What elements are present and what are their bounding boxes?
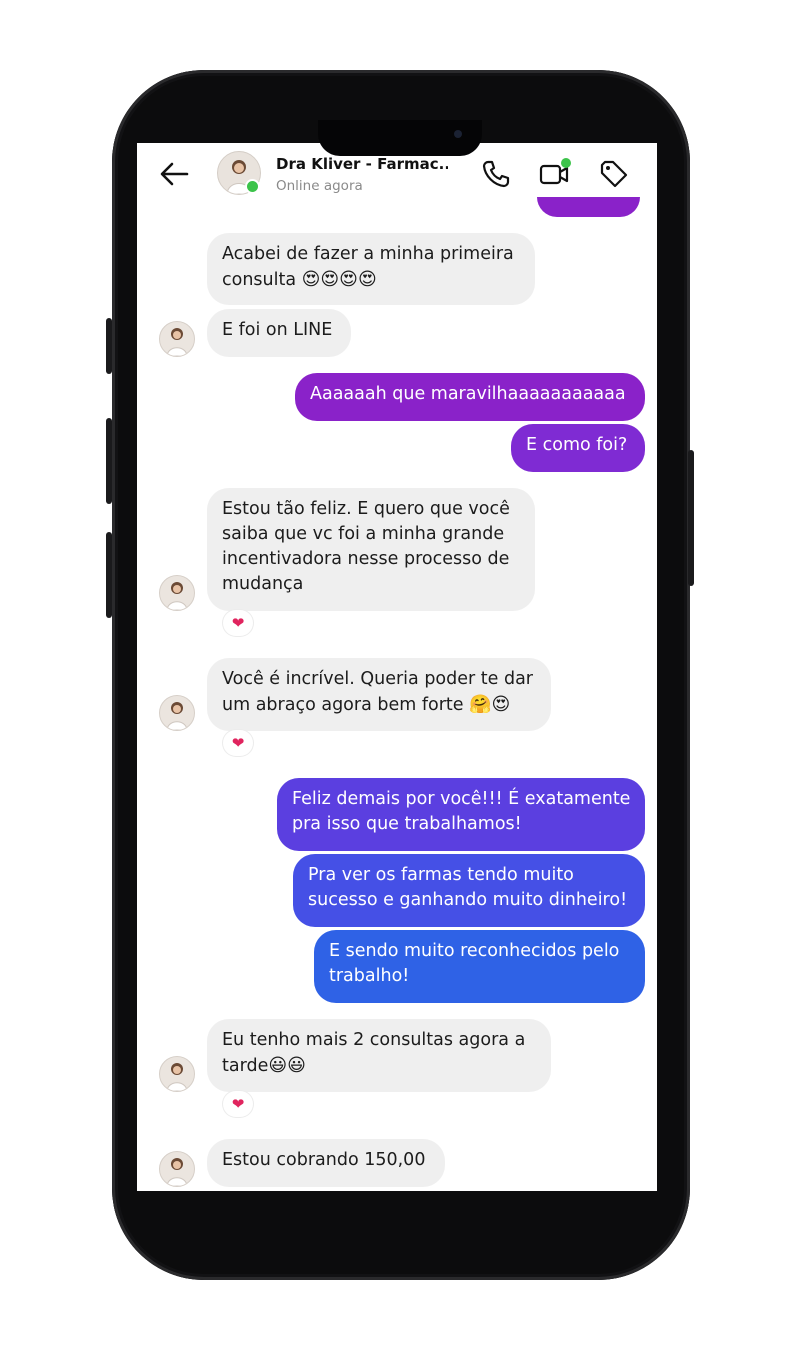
message-text: Estou tão feliz. E quero que você xyxy=(222,499,510,519)
outgoing-message[interactable]: Feliz demais por você!!! É exatamente pr… xyxy=(277,778,645,851)
phone-side-button xyxy=(106,318,112,374)
incoming-message[interactable]: Acabei de fazer a minha primeira consult… xyxy=(207,233,535,305)
incoming-message[interactable]: Estou tão feliz. E quero que você saiba … xyxy=(207,488,535,611)
incoming-message[interactable]: Você é incrível. Queria poder te dar um … xyxy=(207,658,551,731)
incoming-message[interactable]: E foi on LINE xyxy=(207,309,351,357)
message-text: E como foi? xyxy=(526,435,628,455)
message-text: Acabei de fazer a minha primeira xyxy=(222,244,514,264)
back-arrow-icon[interactable] xyxy=(157,159,191,189)
heart-reaction[interactable]: ❤ xyxy=(223,730,253,756)
sender-avatar xyxy=(159,1151,195,1187)
message-text: um abraço agora bem forte xyxy=(222,695,464,715)
phone-volume-down-button xyxy=(106,532,112,618)
message-text: Estou cobrando 150,00 xyxy=(222,1150,426,1170)
message-text: sucesso e ganhando muito dinheiro! xyxy=(308,890,628,910)
heart-eyes-emoji: 😍😍😍😍 xyxy=(301,269,377,290)
message-text: Aaaaaah que maravilhaaaaaaaaaaa xyxy=(310,384,626,404)
contact-status: Online agora xyxy=(276,178,363,194)
message-text: trabalho! xyxy=(329,966,410,986)
message-text: mudança xyxy=(222,574,304,594)
contact-name[interactable]: Dra Kliver - Farmac... xyxy=(276,155,448,173)
message-text: Pra ver os farmas tendo muito xyxy=(308,865,574,885)
chat-screen: Dra Kliver - Farmac... Online agora Acab… xyxy=(137,143,657,1191)
phone-power-button xyxy=(688,450,694,586)
sender-avatar xyxy=(159,575,195,611)
message-text: saiba que vc foi a minha grande xyxy=(222,524,505,544)
previous-message-bubble xyxy=(537,197,640,217)
sender-avatar xyxy=(159,321,195,357)
video-active-dot xyxy=(561,158,571,168)
phone-volume-up-button xyxy=(106,418,112,504)
heart-reaction[interactable]: ❤ xyxy=(223,610,253,636)
incoming-message[interactable]: Eu tenho mais 2 consultas agora a tarde😃… xyxy=(207,1019,551,1092)
outgoing-message[interactable]: E sendo muito reconhecidos pelo trabalho… xyxy=(314,930,645,1003)
heart-reaction[interactable]: ❤ xyxy=(223,1091,253,1117)
phone-notch xyxy=(318,120,482,156)
message-text: Feliz demais por você!!! É exatamente xyxy=(292,789,631,809)
message-text: E sendo muito reconhecidos pelo xyxy=(329,941,620,961)
message-text: consulta xyxy=(222,270,297,290)
message-text: tarde xyxy=(222,1056,269,1076)
message-text: Você é incrível. Queria poder te dar xyxy=(222,669,533,689)
phone-icon[interactable] xyxy=(479,157,513,191)
message-text: pra isso que trabalhamos! xyxy=(292,814,522,834)
sender-avatar xyxy=(159,695,195,731)
tag-icon[interactable] xyxy=(597,157,631,191)
hug-and-heart-eyes-emoji: 🤗😍 xyxy=(469,694,511,715)
front-camera xyxy=(454,130,462,138)
outgoing-message[interactable]: E como foi? xyxy=(511,424,645,472)
outgoing-message[interactable]: Aaaaaah que maravilhaaaaaaaaaaa xyxy=(295,373,645,421)
message-text: incentivadora nesse processo de xyxy=(222,549,510,569)
message-text: E foi on LINE xyxy=(222,320,333,340)
sender-avatar xyxy=(159,1056,195,1092)
message-text: Eu tenho mais 2 consultas agora a xyxy=(222,1030,526,1050)
smiley-emoji: 😃😃 xyxy=(268,1055,306,1076)
incoming-message[interactable]: Estou cobrando 150,00 xyxy=(207,1139,445,1187)
outgoing-message[interactable]: Pra ver os farmas tendo muito sucesso e … xyxy=(293,854,645,927)
online-status-dot xyxy=(245,179,260,194)
